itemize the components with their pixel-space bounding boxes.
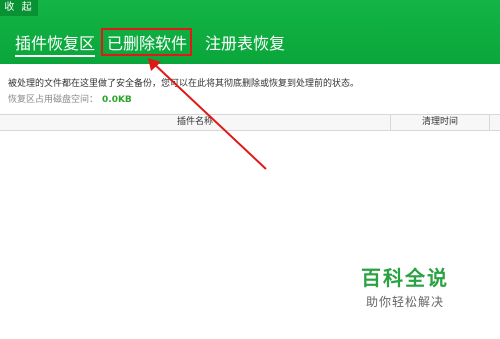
- watermark: 百科全说 助你轻松解决: [345, 262, 465, 310]
- watermark-title: 百科全说: [361, 266, 449, 290]
- watermark-subtitle: 助你轻松解决: [365, 295, 444, 309]
